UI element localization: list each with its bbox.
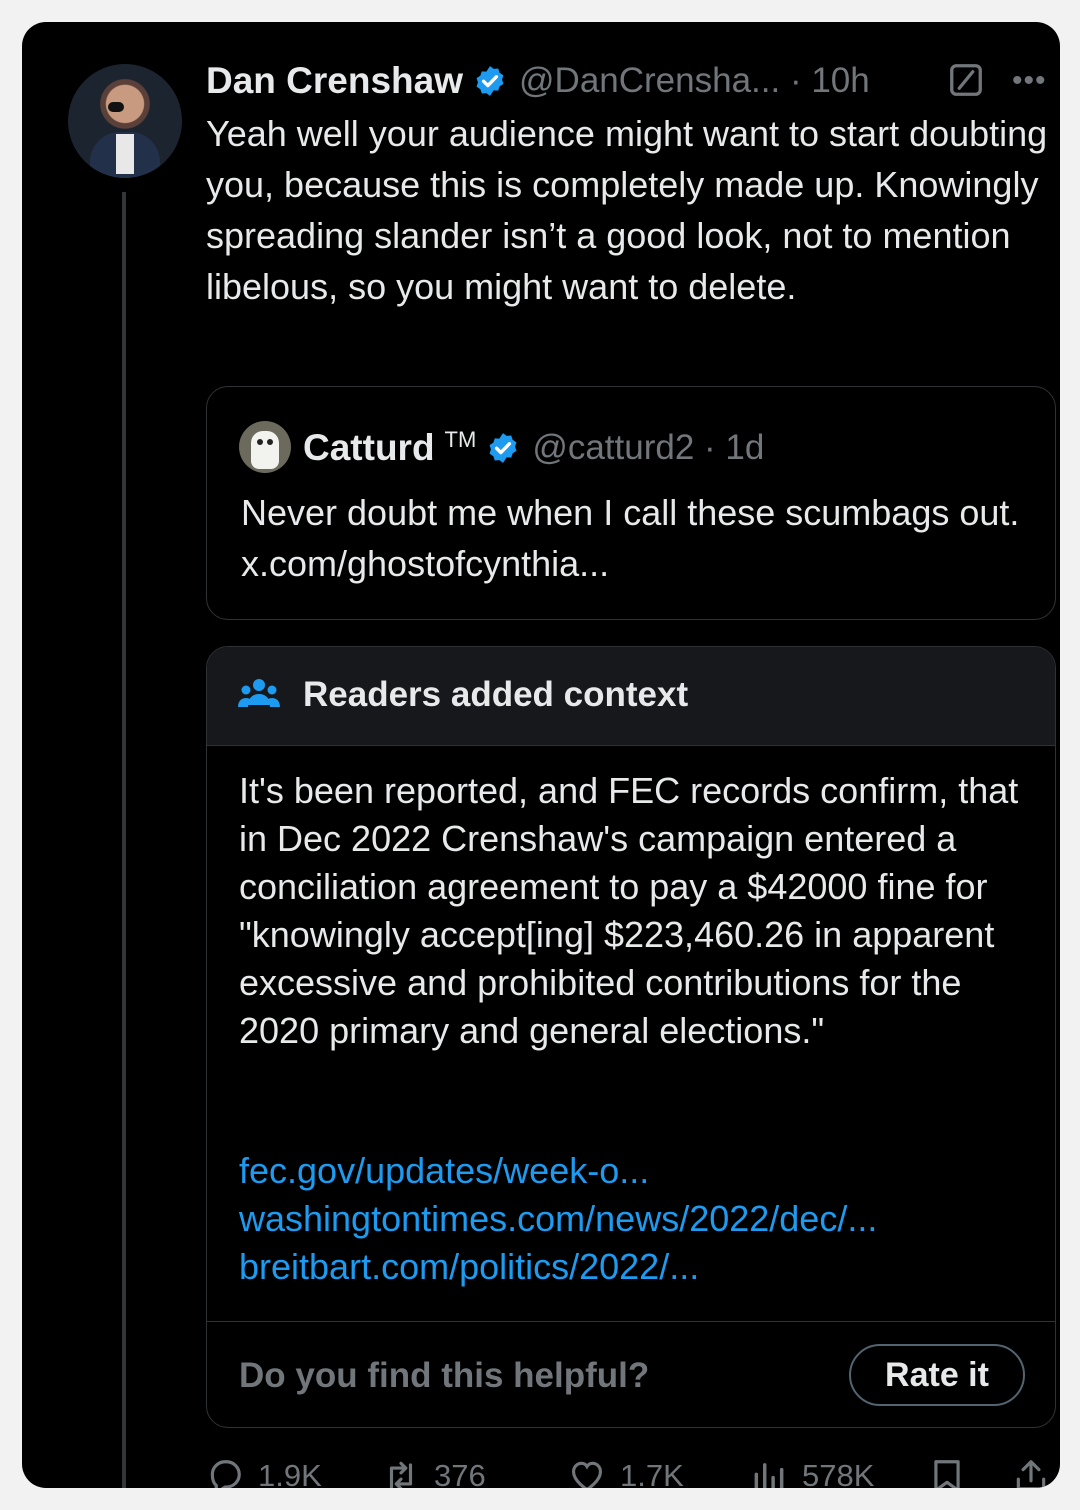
bookmark-icon: [934, 1460, 960, 1488]
note-title: Readers added context: [303, 675, 689, 714]
reply-action[interactable]: 1.9K: [206, 1448, 322, 1488]
verified-badge-icon: [489, 433, 517, 463]
repost-count: 376: [434, 1458, 486, 1488]
quoted-author-name[interactable]: Catturd: [303, 427, 435, 469]
community-note: Readers added context It's been reported…: [206, 646, 1056, 1428]
note-footer: Do you find this helpful? Rate it: [207, 1321, 1055, 1427]
avatar[interactable]: [68, 64, 182, 178]
verified-badge-icon: [476, 66, 504, 96]
share-action[interactable]: [1012, 1448, 1050, 1488]
helpful-question: Do you find this helpful?: [239, 1356, 650, 1395]
reply-count: 1.9K: [258, 1458, 322, 1488]
views-action[interactable]: 578K: [750, 1448, 874, 1488]
reply-icon: [210, 1460, 241, 1488]
note-links: fec.gov/updates/week-o... washingtontime…: [239, 1147, 1029, 1291]
quoted-post[interactable]: Catturd TM @catturd2 · 1d Never doubt me…: [206, 386, 1056, 620]
grok-icon[interactable]: [948, 62, 984, 98]
readers-icon: [238, 679, 280, 707]
like-count: 1.7K: [620, 1458, 684, 1488]
trademark-label: TM: [444, 427, 477, 452]
post-text: Yeah well your audience might want to st…: [206, 113, 1048, 307]
repost-icon: [389, 1461, 413, 1488]
author-name[interactable]: Dan Crenshaw: [206, 60, 463, 102]
action-bar: 1.9K 376 1.7K 578K: [206, 1448, 1060, 1488]
more-icon[interactable]: •••: [1012, 66, 1047, 96]
views-count: 578K: [802, 1458, 875, 1488]
note-link-breitbart[interactable]: breitbart.com/politics/2022/...: [239, 1243, 1029, 1291]
share-icon: [1016, 1460, 1046, 1488]
note-link-fec[interactable]: fec.gov/updates/week-o...: [239, 1147, 1029, 1195]
author-handle-time[interactable]: @DanCrensha... · 10h: [519, 61, 870, 101]
note-header: Readers added context: [207, 647, 1055, 746]
quoted-avatar[interactable]: [239, 421, 291, 473]
note-body: It's been reported, and FEC records conf…: [239, 770, 1019, 1051]
quoted-header: Catturd TM @catturd2 · 1d: [303, 423, 764, 473]
quoted-handle-time[interactable]: @catturd2 · 1d: [532, 428, 764, 468]
like-icon: [571, 1461, 603, 1488]
post-header: Dan Crenshaw @DanCrensha... · 10h: [206, 56, 870, 106]
quoted-text: Never doubt me when I call these scumbag…: [241, 492, 1020, 584]
like-action[interactable]: 1.7K: [568, 1448, 684, 1488]
views-icon: [754, 1463, 784, 1488]
note-link-washingtontimes[interactable]: washingtontimes.com/news/2022/dec/...: [239, 1195, 1029, 1243]
repost-action[interactable]: 376: [382, 1448, 486, 1488]
rate-it-button[interactable]: Rate it: [849, 1344, 1025, 1406]
post-card: Dan Crenshaw @DanCrensha... · 10h ••• Ye…: [22, 22, 1060, 1488]
thread-line: [122, 192, 126, 1488]
bookmark-action[interactable]: [928, 1448, 966, 1488]
